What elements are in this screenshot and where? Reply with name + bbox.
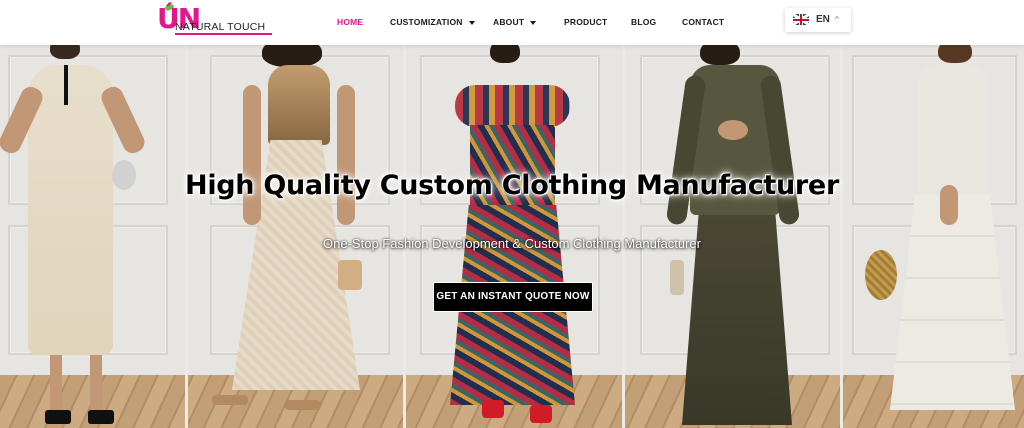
hero-banner: High Quality Custom Clothing Manufacture… — [0, 45, 1024, 428]
nav-item-product[interactable]: PRODUCT — [564, 16, 607, 28]
instant-quote-button[interactable]: GET AN INSTANT QUOTE NOW — [433, 282, 593, 312]
nav-item-customization[interactable]: CUSTOMIZATION — [390, 16, 475, 28]
nav-item-blog[interactable]: BLOG — [631, 16, 656, 28]
nav-item-home[interactable]: HOME — [337, 16, 363, 28]
nav-item-contact[interactable]: CONTACT — [682, 16, 724, 28]
language-code: EN — [816, 14, 830, 25]
chevron-down-icon — [530, 20, 537, 25]
hero-title: High Quality Custom Clothing Manufacture… — [185, 170, 839, 201]
hero-subtitle: One-Stop Fashion Development & Custom Cl… — [323, 236, 701, 251]
language-switcher[interactable]: EN ^ — [785, 8, 851, 32]
chevron-up-icon: ^ — [835, 15, 839, 24]
site-header: ÚN NATURAL TOUCH HOME CUSTOMIZATION ABOU… — [0, 0, 1024, 45]
logo[interactable]: ÚN NATURAL TOUCH — [157, 4, 277, 38]
chevron-down-icon — [468, 20, 475, 25]
nav-item-about[interactable]: ABOUT — [493, 16, 537, 28]
logo-text: NATURAL TOUCH — [175, 21, 266, 33]
uk-flag-icon — [793, 14, 809, 25]
logo-underline — [175, 33, 272, 35]
